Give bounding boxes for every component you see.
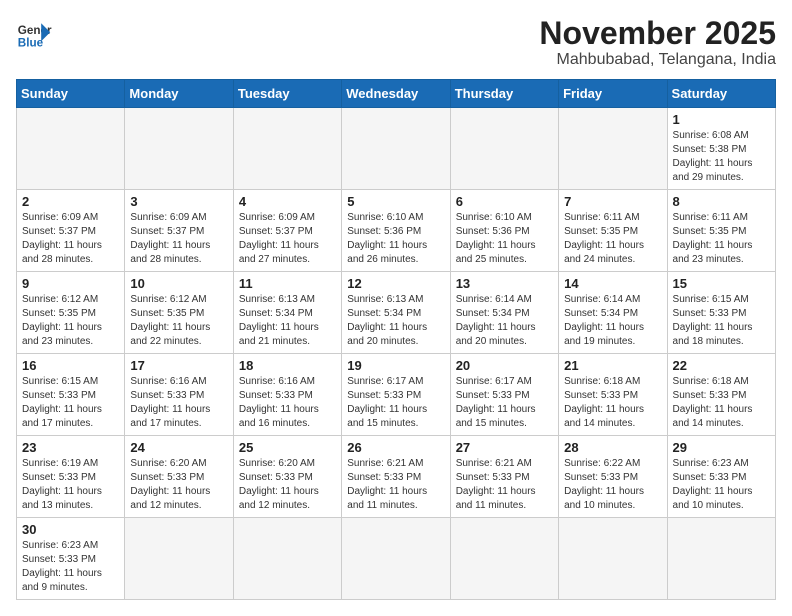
day-14: 14 Sunrise: 6:14 AMSunset: 5:34 PMDaylig…	[559, 272, 667, 354]
col-monday: Monday	[125, 80, 233, 108]
day-7: 7 Sunrise: 6:11 AMSunset: 5:35 PMDayligh…	[559, 190, 667, 272]
calendar-row-5: 23 Sunrise: 6:19 AMSunset: 5:33 PMDaylig…	[17, 436, 776, 518]
calendar-row-1: 1 Sunrise: 6:08 AM Sunset: 5:38 PM Dayli…	[17, 108, 776, 190]
logo: General Blue	[16, 16, 52, 52]
day-8: 8 Sunrise: 6:11 AMSunset: 5:35 PMDayligh…	[667, 190, 775, 272]
calendar-row-4: 16 Sunrise: 6:15 AMSunset: 5:33 PMDaylig…	[17, 354, 776, 436]
col-sunday: Sunday	[17, 80, 125, 108]
d1-sunrise: 6:08 AM	[712, 130, 749, 141]
empty-cell	[125, 108, 233, 190]
empty-cell	[667, 518, 775, 600]
day-21: 21 Sunrise: 6:18 AMSunset: 5:33 PMDaylig…	[559, 354, 667, 436]
day-28: 28 Sunrise: 6:22 AMSunset: 5:33 PMDaylig…	[559, 436, 667, 518]
day-10: 10 Sunrise: 6:12 AMSunset: 5:35 PMDaylig…	[125, 272, 233, 354]
day-24: 24 Sunrise: 6:20 AMSunset: 5:33 PMDaylig…	[125, 436, 233, 518]
day-26: 26 Sunrise: 6:21 AMSunset: 5:33 PMDaylig…	[342, 436, 450, 518]
day-20: 20 Sunrise: 6:17 AMSunset: 5:33 PMDaylig…	[450, 354, 558, 436]
empty-cell	[342, 108, 450, 190]
logo-icon: General Blue	[16, 16, 52, 52]
calendar-header-row: Sunday Monday Tuesday Wednesday Thursday…	[17, 80, 776, 108]
day-6: 6 Sunrise: 6:10 AMSunset: 5:36 PMDayligh…	[450, 190, 558, 272]
title-block: November 2025 Mahbubabad, Telangana, Ind…	[539, 16, 776, 69]
d1-sunset: 5:38 PM	[709, 144, 746, 155]
empty-cell	[17, 108, 125, 190]
day-11: 11 Sunrise: 6:13 AMSunset: 5:34 PMDaylig…	[233, 272, 341, 354]
day-17: 17 Sunrise: 6:16 AMSunset: 5:33 PMDaylig…	[125, 354, 233, 436]
day-25: 25 Sunrise: 6:20 AMSunset: 5:33 PMDaylig…	[233, 436, 341, 518]
col-wednesday: Wednesday	[342, 80, 450, 108]
empty-cell	[342, 518, 450, 600]
day-19: 19 Sunrise: 6:17 AMSunset: 5:33 PMDaylig…	[342, 354, 450, 436]
day-23: 23 Sunrise: 6:19 AMSunset: 5:33 PMDaylig…	[17, 436, 125, 518]
empty-cell	[559, 518, 667, 600]
day-16: 16 Sunrise: 6:15 AMSunset: 5:33 PMDaylig…	[17, 354, 125, 436]
empty-cell	[559, 108, 667, 190]
calendar-row-2: 2 Sunrise: 6:09 AMSunset: 5:37 PMDayligh…	[17, 190, 776, 272]
day-1: 1 Sunrise: 6:08 AM Sunset: 5:38 PM Dayli…	[667, 108, 775, 190]
month-year: November 2025	[539, 16, 776, 51]
day-3: 3 Sunrise: 6:09 AMSunset: 5:37 PMDayligh…	[125, 190, 233, 272]
col-friday: Friday	[559, 80, 667, 108]
day-2: 2 Sunrise: 6:09 AMSunset: 5:37 PMDayligh…	[17, 190, 125, 272]
day-12: 12 Sunrise: 6:13 AMSunset: 5:34 PMDaylig…	[342, 272, 450, 354]
day-15: 15 Sunrise: 6:15 AMSunset: 5:33 PMDaylig…	[667, 272, 775, 354]
day-4: 4 Sunrise: 6:09 AMSunset: 5:37 PMDayligh…	[233, 190, 341, 272]
empty-cell	[233, 108, 341, 190]
empty-cell	[125, 518, 233, 600]
col-saturday: Saturday	[667, 80, 775, 108]
page-header: General Blue November 2025 Mahbubabad, T…	[16, 16, 776, 69]
col-tuesday: Tuesday	[233, 80, 341, 108]
day-5: 5 Sunrise: 6:10 AMSunset: 5:36 PMDayligh…	[342, 190, 450, 272]
calendar-row-6 last-row: 30 Sunrise: 6:23 AMSunset: 5:33 PMDaylig…	[17, 518, 776, 600]
day-9: 9 Sunrise: 6:12 AMSunset: 5:35 PMDayligh…	[17, 272, 125, 354]
day-18: 18 Sunrise: 6:16 AMSunset: 5:33 PMDaylig…	[233, 354, 341, 436]
daylight-label: Daylight: 11 hours and 29 minutes.	[673, 158, 753, 183]
calendar-table: Sunday Monday Tuesday Wednesday Thursday…	[16, 79, 776, 600]
calendar-row-3: 9 Sunrise: 6:12 AMSunset: 5:35 PMDayligh…	[17, 272, 776, 354]
empty-cell	[233, 518, 341, 600]
col-thursday: Thursday	[450, 80, 558, 108]
sunrise-label: Sunrise:	[673, 130, 710, 141]
empty-cell	[450, 108, 558, 190]
day-27: 27 Sunrise: 6:21 AMSunset: 5:33 PMDaylig…	[450, 436, 558, 518]
day-22: 22 Sunrise: 6:18 AMSunset: 5:33 PMDaylig…	[667, 354, 775, 436]
svg-text:Blue: Blue	[18, 37, 44, 50]
empty-cell	[450, 518, 558, 600]
sunset-label: Sunset:	[673, 144, 707, 155]
location: Mahbubabad, Telangana, India	[539, 51, 776, 69]
day-13: 13 Sunrise: 6:14 AMSunset: 5:34 PMDaylig…	[450, 272, 558, 354]
day-29: 29 Sunrise: 6:23 AMSunset: 5:33 PMDaylig…	[667, 436, 775, 518]
day-30: 30 Sunrise: 6:23 AMSunset: 5:33 PMDaylig…	[17, 518, 125, 600]
